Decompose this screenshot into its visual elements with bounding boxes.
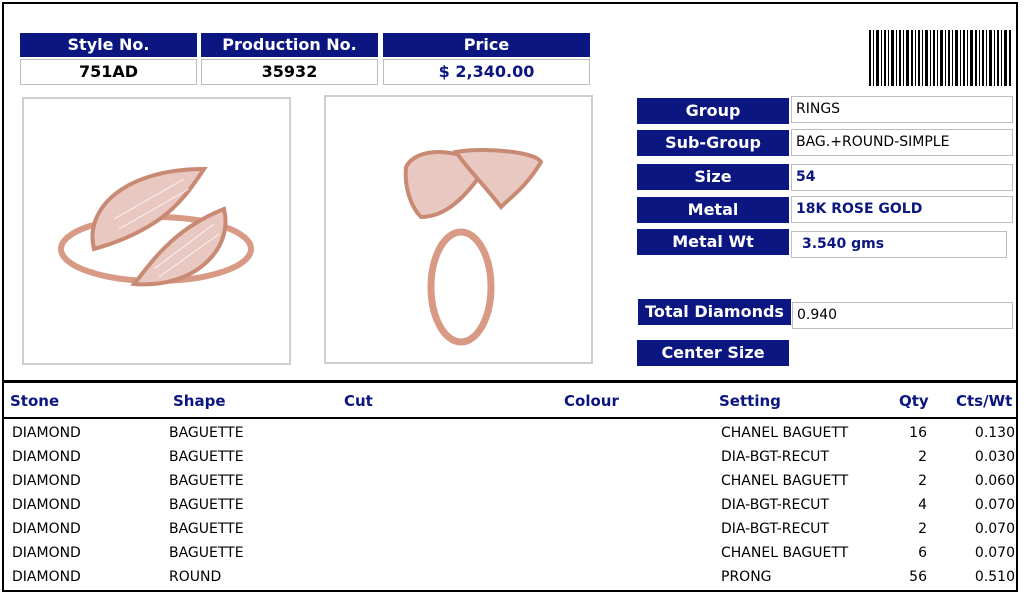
group-value: RINGS xyxy=(791,96,1013,123)
table-header-divider xyxy=(4,417,1018,419)
cell-stone: DIAMOND xyxy=(12,497,81,513)
cell-stone: DIAMOND xyxy=(12,449,81,465)
total-diamonds-value: 0.940 xyxy=(792,302,1013,329)
cell-setting: CHANEL BAGUETT xyxy=(721,473,849,489)
col-header-cts-wt: Cts/Wt xyxy=(956,392,1013,410)
table-row: DIAMOND BAGUETTE DIA-BGT-RECUT 2 0.070 xyxy=(0,521,1024,545)
production-no-header: Production No. xyxy=(201,33,378,57)
cell-cts-wt: 0.030 xyxy=(974,449,1015,465)
production-no-value: 35932 xyxy=(201,59,378,85)
cell-cts-wt: 0.070 xyxy=(974,497,1015,513)
cell-cts-wt: 0.130 xyxy=(974,425,1015,441)
price-value: $ 2,340.00 xyxy=(383,59,590,85)
group-label: Group xyxy=(637,98,789,124)
cell-qty: 2 xyxy=(918,521,927,537)
table-row: DIAMOND BAGUETTE DIA-BGT-RECUT 4 0.070 xyxy=(0,497,1024,521)
size-label: Size xyxy=(637,164,789,190)
section-divider xyxy=(4,380,1018,383)
ring-front-image xyxy=(58,166,254,287)
col-header-qty: Qty xyxy=(899,392,929,410)
style-no-header: Style No. xyxy=(20,33,197,57)
table-row: DIAMOND BAGUETTE CHANEL BAGUETT 6 0.070 xyxy=(0,545,1024,569)
col-header-shape: Shape xyxy=(173,392,226,410)
cell-stone: DIAMOND xyxy=(12,545,81,561)
cell-shape: BAGUETTE xyxy=(169,473,244,489)
table-row: DIAMOND BAGUETTE CHANEL BAGUETT 2 0.060 xyxy=(0,473,1024,497)
cell-qty: 6 xyxy=(918,545,927,561)
sub-group-label: Sub-Group xyxy=(637,130,789,156)
col-header-colour: Colour xyxy=(564,392,619,410)
cell-cts-wt: 0.070 xyxy=(974,521,1015,537)
cell-qty: 16 xyxy=(909,425,927,441)
metal-wt-label: Metal Wt xyxy=(637,229,789,255)
cell-stone: DIAMOND xyxy=(12,569,81,585)
cell-shape: BAGUETTE xyxy=(169,425,244,441)
table-row: DIAMOND ROUND PRONG 56 0.510 xyxy=(0,569,1024,593)
col-header-stone: Stone xyxy=(10,392,60,410)
cell-qty: 2 xyxy=(918,449,927,465)
cell-setting: CHANEL BAGUETT xyxy=(721,545,849,561)
ring-side-image xyxy=(403,148,544,346)
style-no-value: 751AD xyxy=(20,59,197,85)
cell-stone: DIAMOND xyxy=(12,521,81,537)
metal-wt-value: 3.540 gms xyxy=(791,231,1007,258)
cell-setting: DIA-BGT-RECUT xyxy=(721,449,829,465)
cell-cts-wt: 0.510 xyxy=(974,569,1015,585)
cell-setting: PRONG xyxy=(721,569,772,585)
center-size-label: Center Size xyxy=(637,340,789,366)
sub-group-value: BAG.+ROUND-SIMPLE xyxy=(791,129,1013,156)
total-diamonds-label: Total Diamonds xyxy=(638,299,791,325)
cell-setting: CHANEL BAGUETT xyxy=(721,425,849,441)
size-value: 54 xyxy=(791,164,1013,191)
metal-value: 18K ROSE GOLD xyxy=(791,196,1013,223)
ring-photo-front xyxy=(22,97,291,365)
table-row: DIAMOND BAGUETTE DIA-BGT-RECUT 2 0.030 xyxy=(0,449,1024,473)
col-header-cut: Cut xyxy=(344,392,373,410)
cell-setting: DIA-BGT-RECUT xyxy=(721,521,829,537)
cell-qty: 2 xyxy=(918,473,927,489)
barcode-image xyxy=(869,30,1011,86)
cell-cts-wt: 0.060 xyxy=(974,473,1015,489)
cell-shape: BAGUETTE xyxy=(169,497,244,513)
cell-cts-wt: 0.070 xyxy=(974,545,1015,561)
price-header: Price xyxy=(383,33,590,57)
cell-shape: BAGUETTE xyxy=(169,449,244,465)
cell-stone: DIAMOND xyxy=(12,473,81,489)
cell-qty: 56 xyxy=(909,569,927,585)
cell-shape: BAGUETTE xyxy=(169,545,244,561)
cell-shape: BAGUETTE xyxy=(169,521,244,537)
ring-photo-side xyxy=(324,95,593,364)
cell-shape: ROUND xyxy=(169,569,222,585)
cell-qty: 4 xyxy=(918,497,927,513)
metal-label: Metal xyxy=(637,197,789,223)
col-header-setting: Setting xyxy=(719,392,781,410)
table-row: DIAMOND BAGUETTE CHANEL BAGUETT 16 0.130 xyxy=(0,425,1024,449)
cell-stone: DIAMOND xyxy=(12,425,81,441)
cell-setting: DIA-BGT-RECUT xyxy=(721,497,829,513)
